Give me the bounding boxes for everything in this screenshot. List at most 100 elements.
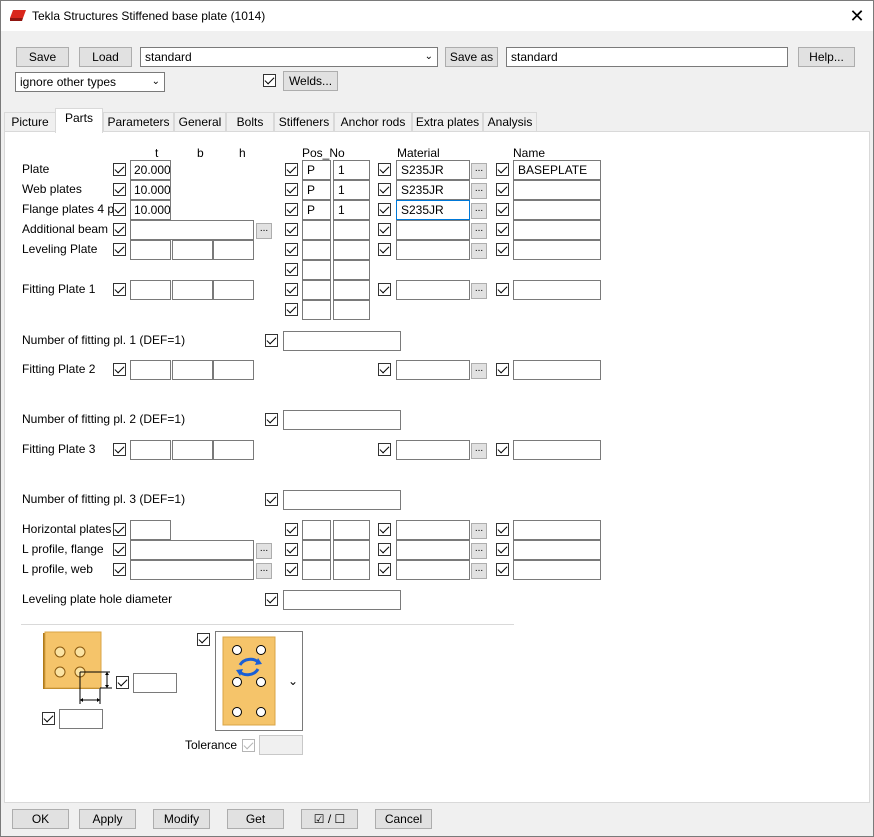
l-profile-web-material-input[interactable]	[396, 560, 470, 580]
leveling-plate-start-input[interactable]	[333, 240, 370, 260]
web-plates-t-input[interactable]: 10.000	[130, 180, 171, 200]
fitting-plate-1-h-input[interactable]	[213, 280, 254, 300]
additional-beam-material-checkbox[interactable]	[378, 223, 391, 236]
tab-stiffeners[interactable]: Stiffeners	[274, 112, 334, 132]
num-fitting-3-input[interactable]	[283, 490, 401, 510]
extra-pos-checkbox-1[interactable]	[285, 263, 298, 276]
l-profile-web-material-browse-button[interactable]: ...	[471, 563, 487, 579]
l-profile-flange-profile-input[interactable]	[130, 540, 254, 560]
toggle-all-button[interactable]: ☑ / ☐	[301, 809, 358, 829]
fitting-plate-2-material-browse-button[interactable]: ...	[471, 363, 487, 379]
fitting-plate-1-prefix-input[interactable]	[302, 280, 331, 300]
fitting-plate-3-h-input[interactable]	[213, 440, 254, 460]
welds-button[interactable]: Welds...	[283, 71, 338, 91]
leveling-plate-material-checkbox[interactable]	[378, 243, 391, 256]
close-icon[interactable]: ✕	[847, 7, 867, 27]
plate-t-checkbox[interactable]	[113, 163, 126, 176]
tab-analysis[interactable]: Analysis	[483, 112, 537, 132]
modify-button[interactable]: Modify	[153, 809, 210, 829]
additional-beam-checkbox[interactable]	[113, 223, 126, 236]
welds-checkbox[interactable]	[263, 74, 276, 87]
flange-plates-material-browse-button[interactable]: ...	[471, 203, 487, 219]
web-plates-prefix-input[interactable]: P	[302, 180, 331, 200]
l-profile-web-prefix-input[interactable]	[302, 560, 331, 580]
tolerance-input[interactable]	[259, 735, 303, 755]
fitting-plate-2-name-checkbox[interactable]	[496, 363, 509, 376]
fitting-plate-1-material-browse-button[interactable]: ...	[471, 283, 487, 299]
help-button[interactable]: Help...	[798, 47, 855, 67]
additional-beam-name-checkbox[interactable]	[496, 223, 509, 236]
filter-dropdown[interactable]: ignore other types ⌄	[15, 72, 165, 92]
leveling-plate-checkbox[interactable]	[113, 243, 126, 256]
fitting-plate-1-b-input[interactable]	[172, 280, 213, 300]
flange-plates-material-checkbox[interactable]	[378, 203, 391, 216]
additional-beam-name-input[interactable]	[513, 220, 601, 240]
l-profile-flange-material-browse-button[interactable]: ...	[471, 543, 487, 559]
l-profile-flange-name-checkbox[interactable]	[496, 543, 509, 556]
horizontal-plates-material-browse-button[interactable]: ...	[471, 523, 487, 539]
edge-distance-vertical-input[interactable]	[133, 673, 177, 693]
extra-prefix-input-2[interactable]	[302, 300, 331, 320]
web-plates-material-input[interactable]: S235JR	[396, 180, 470, 200]
fitting-plate-3-material-input[interactable]	[396, 440, 470, 460]
l-profile-flange-start-input[interactable]	[333, 540, 370, 560]
horizontal-plates-t-input[interactable]	[130, 520, 171, 540]
tab-bolts[interactable]: Bolts	[226, 112, 274, 132]
fitting-plate-2-h-input[interactable]	[213, 360, 254, 380]
save-as-input[interactable]: standard	[506, 47, 788, 67]
fitting-plate-2-material-input[interactable]	[396, 360, 470, 380]
fitting-plate-1-start-input[interactable]	[333, 280, 370, 300]
leveling-plate-h-input[interactable]	[213, 240, 254, 260]
fitting-plate-1-name-checkbox[interactable]	[496, 283, 509, 296]
num-fitting-2-input[interactable]	[283, 410, 401, 430]
leveling-hole-input[interactable]	[283, 590, 401, 610]
hole-type-image-list[interactable]: ⌄	[215, 631, 303, 731]
fitting-plate-2-checkbox[interactable]	[113, 363, 126, 376]
horizontal-plates-checkbox[interactable]	[113, 523, 126, 536]
fitting-plate-3-t-input[interactable]	[130, 440, 171, 460]
leveling-plate-b-input[interactable]	[172, 240, 213, 260]
plate-material-input[interactable]: S235JR	[396, 160, 470, 180]
flange-plates-pos-checkbox[interactable]	[285, 203, 298, 216]
leveling-plate-material-input[interactable]	[396, 240, 470, 260]
num-fitting-1-input[interactable]	[283, 331, 401, 351]
leveling-plate-material-browse-button[interactable]: ...	[471, 243, 487, 259]
get-button[interactable]: Get	[227, 809, 284, 829]
leveling-plate-pos-checkbox[interactable]	[285, 243, 298, 256]
chevron-down-icon[interactable]: ⌄	[288, 674, 298, 688]
edge-distance-horizontal-checkbox[interactable]	[42, 712, 55, 725]
web-plates-pos-checkbox[interactable]	[285, 183, 298, 196]
l-profile-web-name-checkbox[interactable]	[496, 563, 509, 576]
apply-button[interactable]: Apply	[79, 809, 136, 829]
horizontal-plates-start-input[interactable]	[333, 520, 370, 540]
l-profile-flange-material-input[interactable]	[396, 540, 470, 560]
additional-beam-prefix-input[interactable]	[302, 220, 331, 240]
l-profile-flange-checkbox[interactable]	[113, 543, 126, 556]
tab-anchor-rods[interactable]: Anchor rods	[334, 112, 412, 132]
tab-parameters[interactable]: Parameters	[103, 112, 174, 132]
tolerance-checkbox[interactable]	[242, 739, 255, 752]
num-fitting-3-checkbox[interactable]	[265, 493, 278, 506]
save-as-button[interactable]: Save as	[445, 47, 498, 67]
fitting-plate-3-material-checkbox[interactable]	[378, 443, 391, 456]
flange-plates-prefix-input[interactable]: P	[302, 200, 331, 220]
plate-name-input[interactable]: BASEPLATE	[513, 160, 601, 180]
flange-plates-material-input[interactable]: S235JR	[396, 200, 470, 220]
fitting-plate-2-t-input[interactable]	[130, 360, 171, 380]
fitting-plate-3-checkbox[interactable]	[113, 443, 126, 456]
leveling-plate-name-checkbox[interactable]	[496, 243, 509, 256]
plate-prefix-input[interactable]: P	[302, 160, 331, 180]
web-plates-start-input[interactable]: 1	[333, 180, 370, 200]
additional-beam-pos-checkbox[interactable]	[285, 223, 298, 236]
l-profile-flange-name-input[interactable]	[513, 540, 601, 560]
additional-beam-start-input[interactable]	[333, 220, 370, 240]
fitting-plate-3-name-input[interactable]	[513, 440, 601, 460]
extra-pos-checkbox-2[interactable]	[285, 303, 298, 316]
l-profile-flange-profile-browse-button[interactable]: ...	[256, 543, 272, 559]
tab-extra-plates[interactable]: Extra plates	[412, 112, 483, 132]
num-fitting-1-checkbox[interactable]	[265, 334, 278, 347]
l-profile-web-start-input[interactable]	[333, 560, 370, 580]
tab-picture[interactable]: Picture	[4, 112, 56, 132]
preset-dropdown[interactable]: standard ⌄	[140, 47, 438, 67]
flange-plates-t-checkbox[interactable]	[113, 203, 126, 216]
